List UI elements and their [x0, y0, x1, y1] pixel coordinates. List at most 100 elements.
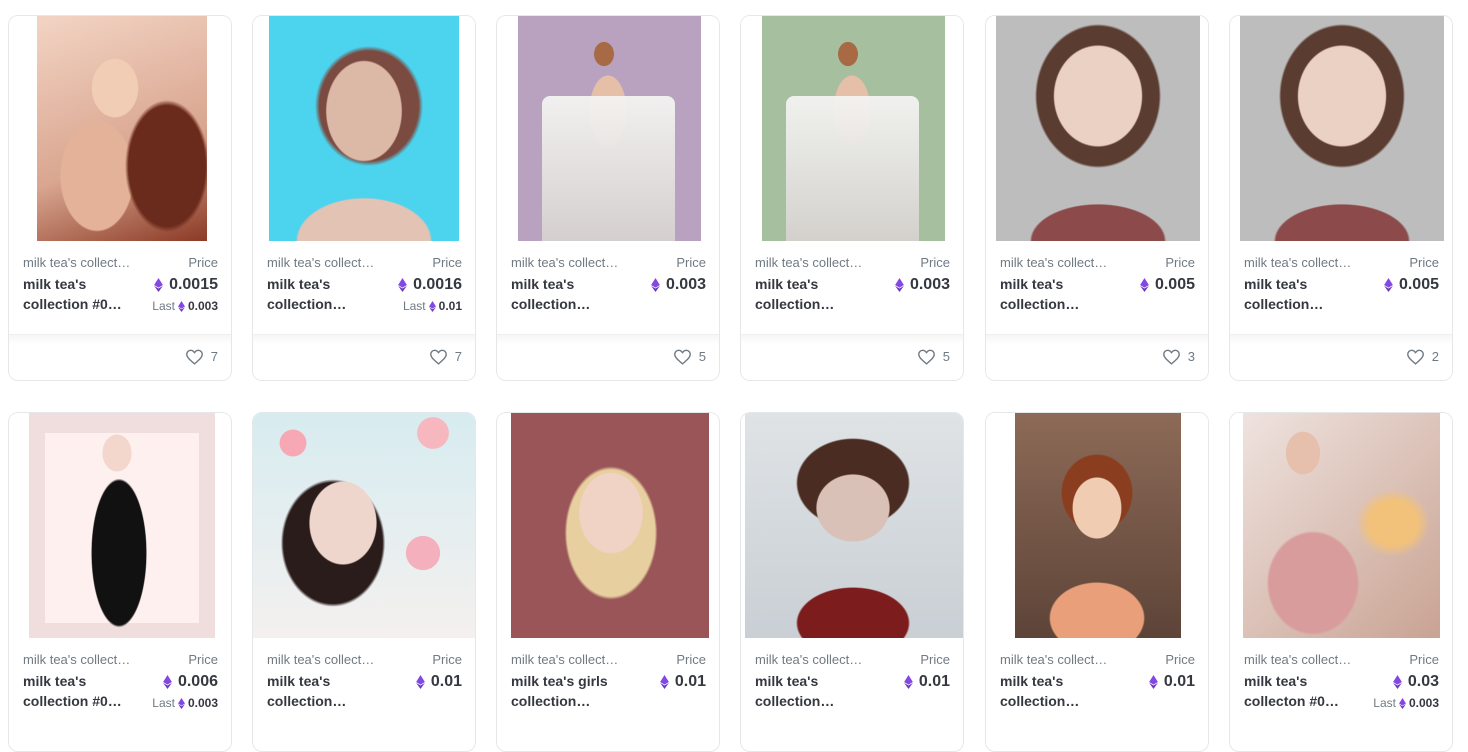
- price-value: 0.01: [430, 673, 462, 690]
- nft-image[interactable]: [253, 413, 475, 638]
- price-value: 0.003: [665, 276, 706, 293]
- collection-name[interactable]: milk tea's collection: [267, 652, 377, 667]
- card-footer: 2: [1230, 334, 1452, 380]
- collection-name[interactable]: milk tea's collection: [23, 255, 133, 270]
- nft-card[interactable]: milk tea's collection milk tea's collect…: [1229, 15, 1453, 381]
- price-label: Price: [920, 255, 950, 270]
- collection-name[interactable]: milk tea's collection: [1244, 255, 1354, 270]
- eth-icon: [659, 675, 669, 689]
- collection-name[interactable]: milk tea's collection: [1000, 652, 1110, 667]
- price-label: Price: [1409, 652, 1439, 667]
- price-label: Price: [676, 255, 706, 270]
- eth-icon: [415, 675, 425, 689]
- nft-image[interactable]: [1230, 413, 1452, 638]
- eth-icon: [1140, 278, 1149, 292]
- collection-name[interactable]: milk tea's collection: [267, 255, 377, 270]
- nft-title[interactable]: milk tea's collection #17…: [1244, 274, 1350, 314]
- price-label: Price: [1409, 255, 1439, 270]
- eth-icon: [1399, 697, 1406, 709]
- card-footer: 5: [497, 334, 719, 380]
- nft-title[interactable]: milk tea's collection #28…: [267, 671, 373, 711]
- nft-image[interactable]: [986, 16, 1208, 241]
- nft-title[interactable]: milk tea's collection #20…: [267, 274, 373, 314]
- nft-image[interactable]: [253, 16, 475, 241]
- nft-image[interactable]: [497, 413, 719, 638]
- like-button[interactable]: 5: [917, 348, 950, 365]
- like-count: 5: [698, 349, 706, 364]
- nft-image[interactable]: [1230, 16, 1452, 241]
- price-value: 0.005: [1398, 276, 1439, 293]
- like-count: 5: [942, 349, 950, 364]
- nft-title[interactable]: milk tea's collection #16…: [1000, 274, 1106, 314]
- price: 0.0015: [154, 276, 218, 294]
- heart-icon: [429, 349, 447, 365]
- nft-card[interactable]: milk tea's collection milk tea's girls c…: [496, 412, 720, 752]
- like-button[interactable]: 3: [1162, 348, 1195, 365]
- price-label: Price: [1165, 255, 1195, 270]
- price-value: 0.03: [1407, 673, 1439, 690]
- nft-image[interactable]: [9, 16, 231, 241]
- nft-title[interactable]: milk tea's collection #13…: [755, 274, 861, 314]
- nft-card[interactable]: milk tea's collection milk tea's collect…: [8, 412, 232, 752]
- nft-card[interactable]: milk tea's collection milk tea's collect…: [985, 412, 1209, 752]
- nft-image[interactable]: [741, 413, 963, 638]
- last-sale: Last 0.01: [403, 299, 462, 313]
- eth-icon: [163, 675, 172, 689]
- last-label: Last: [402, 299, 426, 313]
- nft-card[interactable]: milk tea's collection milk tea's collect…: [985, 15, 1209, 381]
- card-footer: 5: [741, 334, 963, 380]
- heart-icon: [1406, 349, 1424, 365]
- nft-title[interactable]: milk tea's collection #0…: [23, 671, 129, 711]
- nft-card[interactable]: milk tea's collection milk tea's collect…: [252, 412, 476, 752]
- last-value: 0.003: [1408, 696, 1439, 710]
- nft-title[interactable]: milk tea's collection #26…: [1000, 671, 1106, 711]
- nft-card[interactable]: milk tea's collection milk tea's collect…: [740, 15, 964, 381]
- nft-title[interactable]: milk tea's girls collection #21…: [511, 671, 617, 711]
- price-value: 0.006: [177, 673, 218, 690]
- price-value: 0.01: [1163, 673, 1195, 690]
- collection-name[interactable]: milk tea's collection: [1244, 652, 1354, 667]
- heart-icon: [185, 349, 203, 365]
- like-button[interactable]: 7: [429, 348, 462, 365]
- last-sale: Last 0.003: [152, 299, 218, 313]
- price-value: 0.01: [918, 673, 950, 690]
- eth-icon: [903, 675, 913, 689]
- nft-image[interactable]: [986, 413, 1208, 638]
- nft-title[interactable]: milk tea's collection #0…: [23, 274, 129, 314]
- nft-card[interactable]: milk tea's collection milk tea's collect…: [252, 15, 476, 381]
- nft-card[interactable]: milk tea's collection milk tea's collect…: [8, 15, 232, 381]
- collection-name[interactable]: milk tea's collection: [1000, 255, 1110, 270]
- eth-icon: [1392, 675, 1402, 689]
- collection-name[interactable]: milk tea's collection: [511, 652, 621, 667]
- heart-icon: [1162, 349, 1180, 365]
- eth-icon: [1148, 675, 1158, 689]
- nft-card[interactable]: milk tea's collection milk tea's collect…: [496, 15, 720, 381]
- collection-name[interactable]: milk tea's collection: [755, 652, 865, 667]
- last-value: 0.003: [187, 696, 218, 710]
- collection-name[interactable]: milk tea's collection: [23, 652, 133, 667]
- nft-title[interactable]: milk tea's collecton #0…: [1244, 671, 1350, 711]
- nft-image[interactable]: [497, 16, 719, 241]
- nft-title[interactable]: milk tea's collection #15…: [511, 274, 617, 314]
- eth-icon: [398, 278, 407, 292]
- nft-image[interactable]: [741, 16, 963, 241]
- card-footer: 3: [986, 334, 1208, 380]
- last-label: Last: [1373, 696, 1396, 710]
- collection-name[interactable]: milk tea's collection: [511, 255, 621, 270]
- card-footer: 7: [9, 334, 231, 380]
- last-value: 0.003: [187, 299, 218, 313]
- eth-icon: [428, 300, 436, 312]
- like-button[interactable]: 5: [673, 348, 706, 365]
- like-button[interactable]: 7: [185, 348, 218, 365]
- collection-name[interactable]: milk tea's collection: [755, 255, 865, 270]
- nft-title[interactable]: milk tea's collection #23…: [755, 671, 861, 711]
- like-button[interactable]: 2: [1406, 348, 1439, 365]
- last-label: Last: [152, 696, 175, 710]
- nft-image[interactable]: [9, 413, 231, 638]
- nft-card[interactable]: milk tea's collection milk tea's collect…: [740, 412, 964, 752]
- price: 0.01: [1148, 673, 1195, 691]
- card-footer: 7: [253, 334, 475, 380]
- nft-card[interactable]: milk tea's collection milk tea's collect…: [1229, 412, 1453, 752]
- eth-icon: [651, 278, 660, 292]
- eth-icon: [178, 300, 185, 312]
